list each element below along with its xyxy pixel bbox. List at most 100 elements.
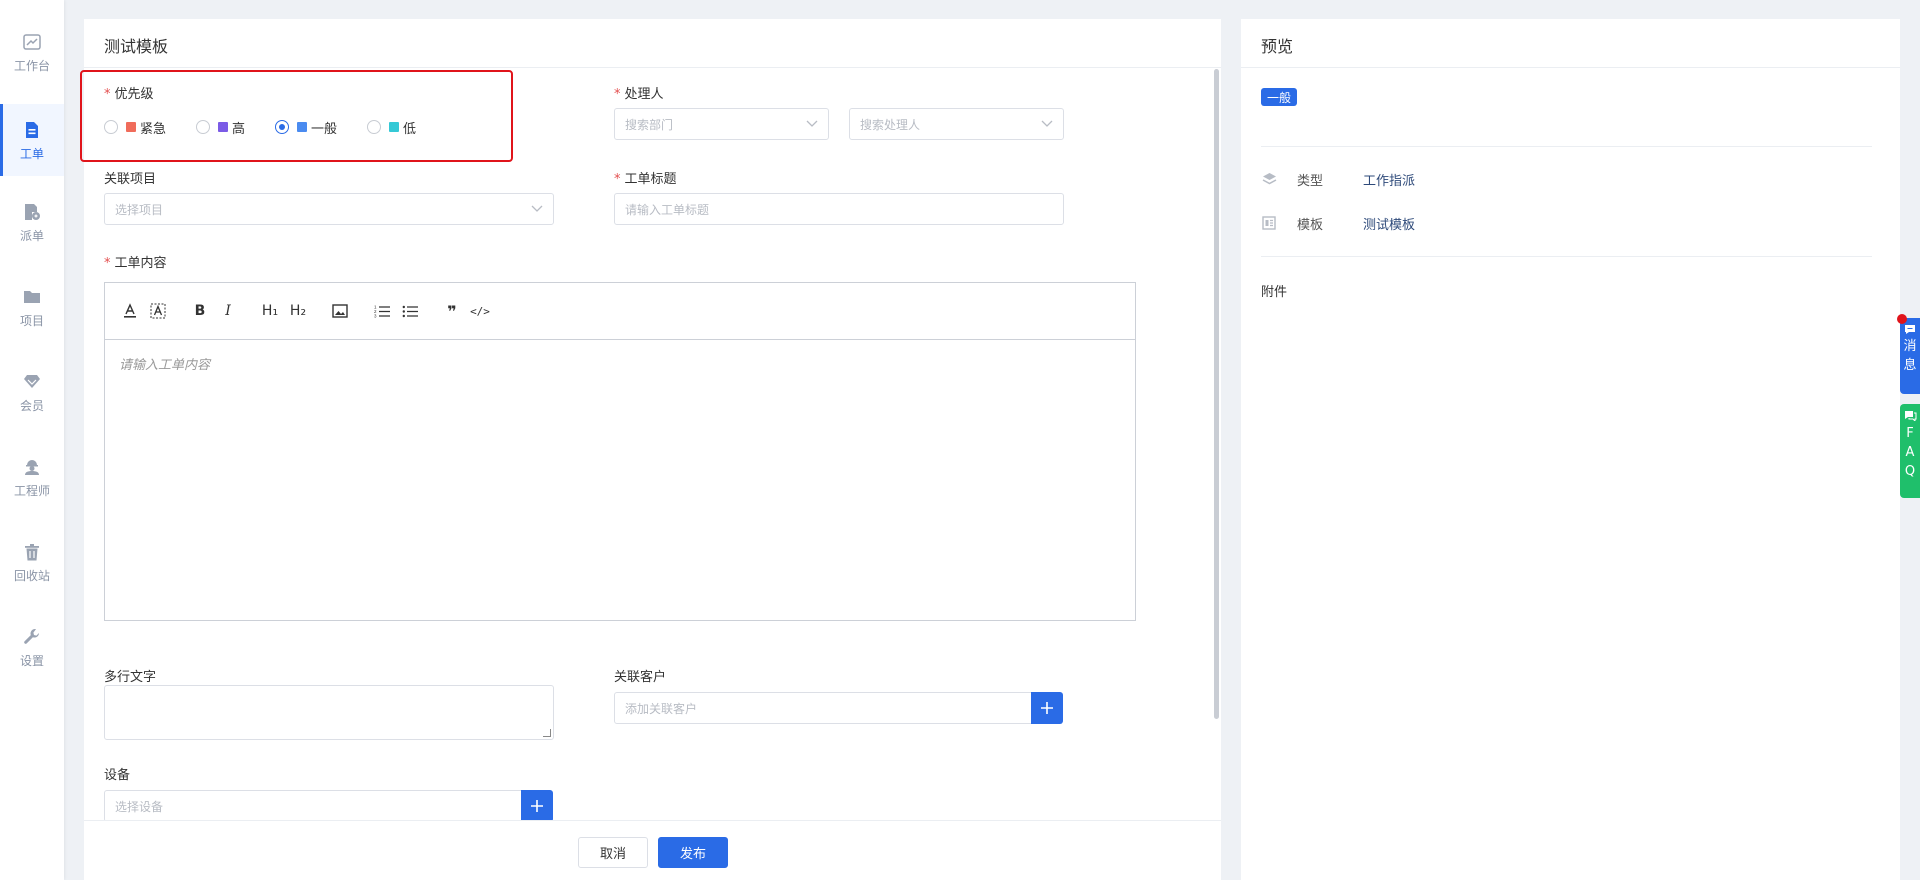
customer-label: 关联客户 bbox=[614, 670, 667, 685]
form-footer: 取消 发布 bbox=[84, 820, 1221, 880]
svg-text:3: 3 bbox=[374, 314, 377, 319]
background-color-icon[interactable] bbox=[147, 301, 169, 321]
editor-placeholder: 请输入工单内容 bbox=[119, 358, 211, 373]
code-icon[interactable]: </> bbox=[469, 301, 491, 321]
sidebar-item-recycle-bin[interactable]: 回收站 bbox=[0, 526, 64, 598]
engineer-icon bbox=[21, 456, 43, 478]
sidebar-item-members[interactable]: 会员 bbox=[0, 356, 64, 428]
bold-icon[interactable]: B bbox=[189, 301, 211, 321]
faq-label-char: F bbox=[1906, 426, 1914, 441]
trash-icon bbox=[21, 541, 43, 563]
sidebar-item-workbench[interactable]: 工作台 bbox=[0, 16, 64, 88]
notification-dot bbox=[1897, 314, 1907, 324]
priority-option-urgent[interactable]: 紧急 bbox=[104, 118, 166, 137]
resize-handle-icon[interactable] bbox=[543, 729, 551, 737]
input-placeholder: 请输入工单标题 bbox=[625, 202, 710, 217]
handler-select[interactable]: 搜索处理人 bbox=[849, 108, 1064, 140]
sidebar-item-dispatch[interactable]: 派单 bbox=[0, 186, 64, 258]
image-icon[interactable] bbox=[329, 301, 351, 321]
heading-1-icon[interactable]: H₁ bbox=[259, 301, 281, 321]
color-swatch bbox=[126, 122, 136, 132]
sidebar-item-label: 派单 bbox=[19, 228, 44, 243]
radio-circle[interactable] bbox=[104, 120, 118, 134]
message-float-button[interactable]: 消 息 bbox=[1897, 314, 1920, 394]
content-label: * 工单内容 bbox=[104, 256, 167, 271]
option-label: 高 bbox=[232, 121, 246, 137]
bullet-list-icon[interactable] bbox=[399, 301, 421, 321]
option-label: 一般 bbox=[311, 121, 338, 137]
add-customer-button[interactable] bbox=[1031, 692, 1063, 724]
preview-row-key: 类型 bbox=[1297, 173, 1324, 189]
device-input[interactable]: 选择设备 bbox=[104, 790, 522, 822]
sidebar-item-label: 工单 bbox=[19, 146, 44, 161]
layers-icon bbox=[1261, 171, 1277, 187]
ticket-form-card: 测试模板 * 优先级 紧急 高 一般 低 * 处理人 搜索部门 搜索处理人 关联… bbox=[80, 19, 1221, 880]
project-select[interactable]: 选择项目 bbox=[104, 193, 554, 225]
divider bbox=[1241, 67, 1900, 68]
editor-toolbar: B I H₁ H₂ 123 ❞ </> bbox=[105, 283, 1135, 340]
priority-radio-group: 紧急 高 一般 低 bbox=[104, 117, 446, 137]
select-placeholder: 搜索部门 bbox=[625, 117, 674, 132]
chevron-down-icon bbox=[1041, 118, 1053, 130]
select-placeholder: 选择项目 bbox=[115, 202, 164, 217]
wrench-icon bbox=[21, 626, 43, 648]
device-label: 设备 bbox=[104, 768, 131, 783]
priority-label: * 优先级 bbox=[104, 87, 154, 102]
template-icon bbox=[1261, 215, 1277, 231]
multiline-label: 多行文字 bbox=[104, 670, 157, 685]
priority-option-low[interactable]: 低 bbox=[367, 118, 416, 137]
message-label-char: 息 bbox=[1903, 358, 1917, 373]
chevron-down-icon bbox=[531, 203, 543, 215]
input-placeholder: 选择设备 bbox=[115, 799, 164, 814]
diamond-icon bbox=[21, 371, 43, 393]
heading-2-icon[interactable]: H₂ bbox=[287, 301, 309, 321]
message-label-char: 消 bbox=[1903, 339, 1917, 354]
sidebar-item-tickets[interactable]: 工单 bbox=[0, 104, 64, 176]
priority-option-high[interactable]: 高 bbox=[196, 118, 245, 137]
quote-icon[interactable]: ❞ bbox=[441, 301, 463, 321]
handler-label: * 处理人 bbox=[614, 87, 664, 102]
radio-circle[interactable] bbox=[196, 120, 211, 134]
divider bbox=[1261, 256, 1872, 257]
project-label: 关联项目 bbox=[104, 172, 157, 187]
chat-icon bbox=[1905, 325, 1915, 334]
sidebar-item-label: 回收站 bbox=[13, 568, 50, 583]
radio-circle[interactable] bbox=[275, 120, 290, 134]
input-placeholder: 添加关联客户 bbox=[625, 701, 698, 716]
radio-circle[interactable] bbox=[367, 120, 382, 134]
sidebar-item-label: 项目 bbox=[19, 313, 44, 328]
faq-label-char: Q bbox=[1904, 464, 1916, 479]
dispatch-icon bbox=[21, 201, 43, 223]
customer-input[interactable]: 添加关联客户 bbox=[614, 692, 1032, 724]
ordered-list-icon[interactable]: 123 bbox=[371, 301, 393, 321]
sidebar-item-engineers[interactable]: 工程师 bbox=[0, 441, 64, 513]
cancel-button[interactable]: 取消 bbox=[578, 837, 648, 868]
font-color-icon[interactable] bbox=[119, 301, 141, 321]
scrollbar[interactable] bbox=[1214, 69, 1219, 719]
editor-content-area[interactable]: 请输入工单内容 bbox=[105, 340, 1135, 387]
preview-row-template: 模板 测试模板 bbox=[1261, 213, 1415, 233]
ticket-title-input[interactable]: 请输入工单标题 bbox=[614, 193, 1064, 225]
multiline-textarea[interactable] bbox=[104, 685, 554, 740]
sidebar-item-label: 工作台 bbox=[13, 58, 50, 73]
sidebar-item-label: 设置 bbox=[19, 653, 44, 668]
select-placeholder: 搜索处理人 bbox=[860, 117, 921, 132]
ticket-title-label: * 工单标题 bbox=[614, 172, 677, 187]
preview-row-value: 测试模板 bbox=[1363, 217, 1416, 233]
sidebar-item-settings[interactable]: 设置 bbox=[0, 611, 64, 683]
italic-icon[interactable]: I bbox=[217, 301, 239, 321]
publish-button[interactable]: 发布 bbox=[658, 837, 728, 868]
faq-label-char: A bbox=[1905, 445, 1915, 460]
preview-row-type: 类型 工作指派 bbox=[1261, 169, 1415, 189]
add-device-button[interactable] bbox=[521, 790, 553, 822]
preview-title: 预览 bbox=[1261, 37, 1294, 56]
priority-option-normal[interactable]: 一般 bbox=[275, 118, 337, 137]
preview-row-key: 模板 bbox=[1297, 217, 1324, 233]
department-select[interactable]: 搜索部门 bbox=[614, 108, 829, 140]
chart-icon bbox=[21, 31, 43, 53]
sidebar-item-label: 工程师 bbox=[13, 483, 50, 498]
faq-float-button[interactable]: F A Q bbox=[1900, 404, 1920, 498]
rich-text-editor: B I H₁ H₂ 123 ❞ </> 请输入工单内容 bbox=[104, 282, 1136, 621]
folder-icon bbox=[21, 286, 43, 308]
sidebar-item-projects[interactable]: 项目 bbox=[0, 271, 64, 343]
